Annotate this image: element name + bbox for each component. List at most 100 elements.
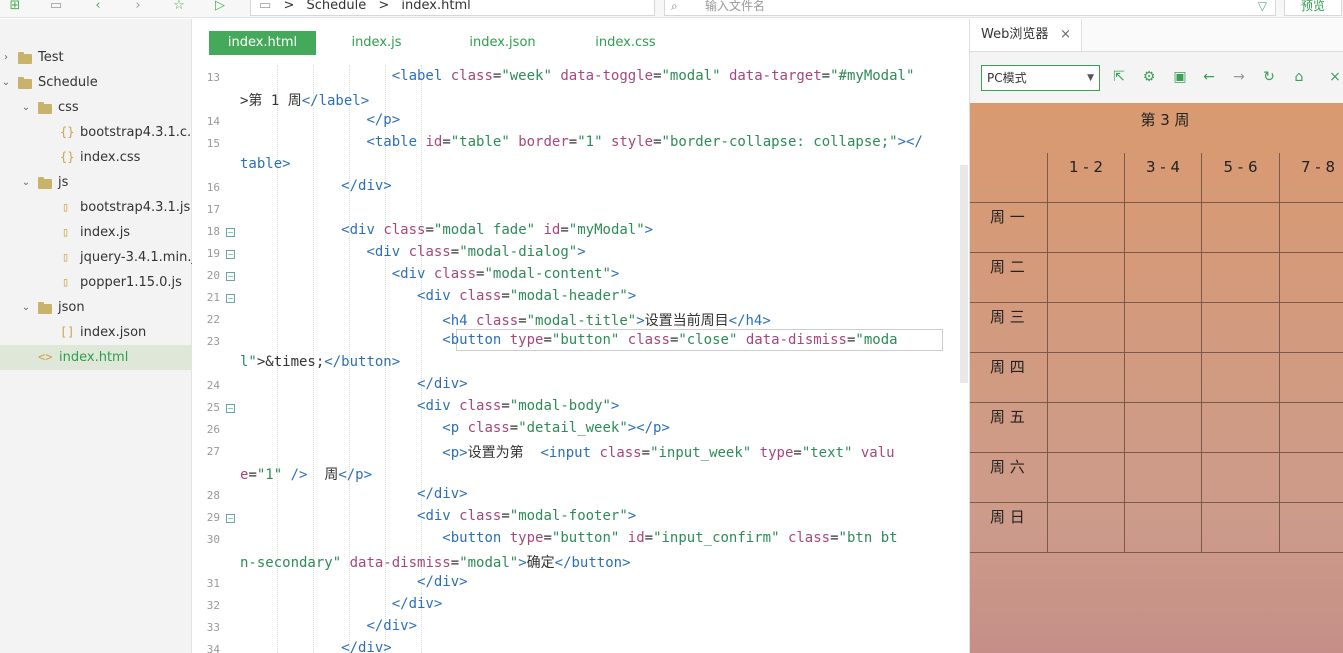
select-value: PC模式 [987, 71, 1027, 85]
js-file-icon: ▯ [62, 200, 70, 214]
breadcrumb-item[interactable]: Schedule [306, 0, 366, 13]
back-arrow-icon[interactable]: ← [1200, 68, 1218, 86]
fold-toggle[interactable]: − [226, 250, 235, 259]
tree-item-index-html[interactable]: <> index.html [0, 345, 192, 370]
table-cell[interactable] [1125, 353, 1202, 403]
tab-web-browser[interactable]: Web浏览器 × [970, 19, 1082, 51]
close-icon[interactable]: × [1060, 19, 1071, 51]
tree-item-label: index.css [80, 150, 141, 165]
fold-toggle[interactable]: − [226, 514, 235, 523]
code-line: <div class="modal fade" id="myModal"> [341, 222, 654, 238]
table-cell[interactable] [1202, 453, 1280, 503]
tree-item-bootstrap-css[interactable]: {} bootstrap4.3.1.c... [0, 120, 192, 145]
editor-scrollbar[interactable] [960, 165, 968, 383]
line-number: 28 [206, 489, 220, 502]
fold-toggle[interactable]: − [226, 404, 235, 413]
filter-icon[interactable]: ▽ [1258, 0, 1267, 15]
chevron-down-icon: ▼ [1087, 73, 1094, 83]
line-number: 33 [206, 621, 220, 634]
chevron-down-icon[interactable]: ⌄ [20, 295, 32, 320]
table-cell[interactable] [1048, 403, 1125, 453]
tree-item-schedule[interactable]: ⌄ Schedule [0, 70, 192, 95]
run-icon[interactable]: ▷ [212, 0, 228, 14]
star-icon[interactable]: ☆ [171, 0, 187, 14]
breadcrumb[interactable]: ▭ > Schedule > index.html [250, 0, 655, 16]
chevron-down-icon[interactable]: ⌄ [20, 95, 32, 120]
forward-icon[interactable]: › [130, 0, 146, 14]
table-cell[interactable] [1125, 253, 1202, 303]
tree-item-json[interactable]: ⌄ json [0, 295, 192, 320]
close-icon[interactable]: × [1326, 68, 1343, 86]
file-search-input[interactable]: ⌕ 输入文件名 ▽ [664, 0, 1276, 16]
chevron-right-icon[interactable]: › [0, 45, 12, 70]
folder-icon [38, 177, 54, 189]
tree-item-label: popper1.15.0.js [80, 275, 182, 290]
table-cell[interactable] [1125, 403, 1202, 453]
table-cell[interactable] [1280, 453, 1343, 503]
line-number: 32 [206, 599, 220, 612]
line-number: 19 [206, 247, 220, 260]
settings-icon[interactable]: ⚙ [1140, 68, 1158, 86]
tree-item-jquery-js[interactable]: ▯ jquery-3.4.1.min.js [0, 245, 192, 270]
tab-index-js[interactable]: index.js [333, 31, 420, 55]
table-cell[interactable] [1048, 503, 1125, 553]
device-mode-select[interactable]: PC模式 ▼ [981, 65, 1100, 91]
code-line: </div> [366, 618, 418, 634]
tab-index-json[interactable]: index.json [455, 31, 550, 55]
table-cell[interactable] [1048, 253, 1125, 303]
css-file-icon: {} [60, 125, 75, 139]
console-icon[interactable]: ▣ [1171, 68, 1189, 86]
open-external-icon[interactable]: ⇱ [1110, 68, 1128, 86]
tree-item-js[interactable]: ⌄ js [0, 170, 192, 195]
table-cell[interactable] [1048, 453, 1125, 503]
table-cell[interactable] [1280, 303, 1343, 353]
fold-toggle[interactable]: − [226, 228, 235, 237]
period-header: 7 - 8 [1280, 153, 1343, 203]
table-cell[interactable] [1202, 503, 1280, 553]
back-icon[interactable]: ‹ [90, 0, 106, 14]
tree-item-css[interactable]: ⌄ css [0, 95, 192, 120]
preview-button[interactable]: 预览 [1284, 0, 1342, 16]
table-cell[interactable] [1125, 453, 1202, 503]
table-cell[interactable] [1202, 203, 1280, 253]
table-cell[interactable] [1125, 203, 1202, 253]
fold-toggle[interactable]: − [226, 294, 235, 303]
table-cell[interactable] [1202, 353, 1280, 403]
table-cell[interactable] [1280, 503, 1343, 553]
tree-item-bootstrap-js[interactable]: ▯ bootstrap4.3.1.js [0, 195, 192, 220]
table-cell[interactable] [1280, 403, 1343, 453]
refresh-icon[interactable]: ↻ [1260, 68, 1278, 86]
tab-label: Web浏览器 [981, 27, 1049, 42]
breadcrumb-item[interactable]: index.html [401, 0, 470, 13]
tab-index-html[interactable]: index.html [209, 31, 316, 55]
tree-item-label: index.json [80, 325, 147, 340]
tree-item-popper-js[interactable]: ▯ popper1.15.0.js [0, 270, 192, 295]
table-cell[interactable] [1125, 303, 1202, 353]
chevron-down-icon[interactable]: ⌄ [20, 170, 32, 195]
week-title[interactable]: 第 3 周 [970, 109, 1343, 130]
code-editor[interactable]: 13 14 15 16 17 18 19 20 21 22 23 24 25 2… [193, 65, 969, 653]
tree-item-index-css[interactable]: {} index.css [0, 145, 192, 170]
fold-toggle[interactable]: − [226, 272, 235, 281]
table-cell[interactable] [1280, 253, 1343, 303]
table-cell[interactable] [1048, 303, 1125, 353]
tree-item-index-js[interactable]: ▯ index.js [0, 220, 192, 245]
table-cell[interactable] [1280, 203, 1343, 253]
table-cell[interactable] [1202, 303, 1280, 353]
table-cell[interactable] [1280, 353, 1343, 403]
tab-index-css[interactable]: index.css [583, 31, 668, 55]
chevron-down-icon[interactable]: ⌄ [0, 70, 12, 95]
table-cell[interactable] [1048, 203, 1125, 253]
forward-arrow-icon[interactable]: → [1230, 68, 1248, 86]
line-number: 16 [206, 181, 220, 194]
save-icon[interactable]: ▭ [48, 0, 64, 14]
table-cell[interactable] [1202, 253, 1280, 303]
tree-item-test[interactable]: › Test [0, 45, 192, 70]
folder-icon [38, 102, 54, 114]
new-file-icon[interactable]: ⊞ [7, 0, 23, 14]
lock-icon[interactable]: ⌂ [1290, 68, 1308, 86]
table-cell[interactable] [1048, 353, 1125, 403]
tree-item-index-json[interactable]: [] index.json [0, 320, 192, 345]
table-cell[interactable] [1202, 403, 1280, 453]
table-cell[interactable] [1125, 503, 1202, 553]
